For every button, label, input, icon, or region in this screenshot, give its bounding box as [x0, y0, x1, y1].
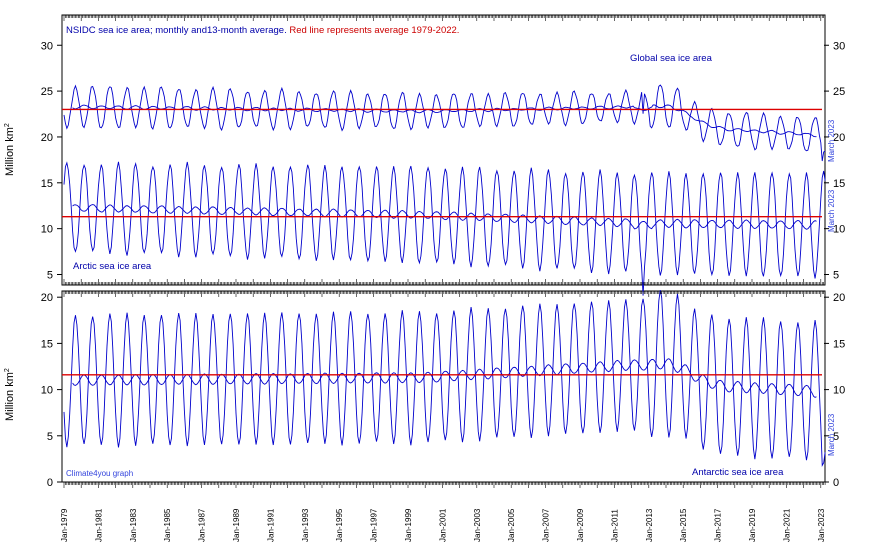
x-tick-label: Jan-2021: [782, 508, 791, 542]
antarctic-series-label: Antarctic sea ice area: [692, 467, 784, 478]
x-tick-label: Jan-2003: [473, 508, 482, 542]
x-tick-label: Jan-2017: [714, 508, 723, 542]
x-tick-label: Jan-2023: [817, 508, 826, 542]
x-tick-label: Jan-2005: [507, 508, 516, 542]
bottom-ytick-label-right: 15: [833, 338, 845, 350]
global-series-label: Global sea ice area: [630, 53, 713, 64]
bottom-ytick-label: 10: [41, 385, 53, 397]
x-tick-label: Jan-1993: [301, 508, 310, 542]
y-axis-label-top-sup: 2: [4, 123, 11, 127]
sea-ice-chart: 5 510 1015 1520 2025 2530 300 05 510 1015 1520 20Ja…: [0, 0, 880, 543]
bottom-ytick-label-right: 10: [833, 385, 845, 397]
arctic-date-stamp: March 2023: [827, 189, 836, 232]
top-ytick-label: 10: [41, 224, 53, 236]
bottom-ytick-label: 15: [41, 338, 53, 350]
bottom-ytick-label-right: 20: [833, 292, 845, 304]
global-date-stamp: March 2023: [827, 119, 836, 162]
x-tick-label: Jan-1995: [335, 508, 344, 542]
credit-label: Climate4you graph: [66, 469, 133, 478]
x-tick-label: Jan-1991: [266, 508, 275, 542]
x-tick-label: Jan-1981: [94, 508, 103, 542]
x-tick-label: Jan-2001: [438, 508, 447, 542]
x-tick-label: Jan-1985: [163, 508, 172, 542]
top-ytick-label: 25: [41, 86, 53, 98]
top-ytick-label: 30: [41, 40, 53, 52]
y-axis-label-bottom: Million km2: [4, 368, 16, 421]
arctic-series-label: Arctic sea ice area: [73, 261, 152, 272]
y-axis-label-top-text: Million km: [4, 127, 16, 176]
bottom-ytick-label: 20: [41, 292, 53, 304]
top-ytick-label: 20: [41, 132, 53, 144]
x-tick-label: Jan-2011: [610, 509, 619, 542]
x-tick-label: Jan-1983: [129, 508, 138, 542]
x-tick-label: Jan-1989: [232, 508, 241, 542]
chart-header: NSIDC sea ice area; monthly and13-month …: [66, 25, 459, 36]
x-tick-label: Jan-2009: [576, 508, 585, 542]
y-axis-label-top: Million km2: [4, 123, 16, 176]
x-tick-label: Jan-1979: [60, 508, 69, 542]
x-tick-label: Jan-1997: [370, 508, 379, 542]
top-ytick-label-right: 30: [833, 40, 845, 52]
x-tick-label: Jan-2007: [542, 508, 551, 542]
x-tick-label: Jan-2015: [679, 508, 688, 542]
top-ytick-label-right: 15: [833, 178, 845, 190]
x-tick-label: Jan-2019: [748, 508, 757, 542]
top-ytick-label: 15: [41, 178, 53, 190]
top-ytick-label: 5: [47, 270, 53, 282]
x-tick-label: Jan-1987: [198, 508, 207, 542]
bottom-ytick-label: 0: [47, 477, 53, 489]
antarctic-date-stamp: March 2023: [827, 413, 836, 456]
top-ytick-label-right: 5: [833, 270, 839, 282]
header-text: NSIDC sea ice area; monthly and13-month …: [66, 25, 289, 36]
header-highlight: Red line represents average 1979-2022.: [289, 25, 459, 36]
x-tick-label: Jan-2013: [645, 508, 654, 542]
x-tick-label: Jan-1999: [404, 508, 413, 542]
bottom-ytick-label: 5: [47, 431, 53, 443]
y-axis-label-bottom-sup: 2: [4, 368, 11, 372]
y-axis-label-bottom-text: Million km: [4, 372, 16, 421]
top-ytick-label-right: 25: [833, 86, 845, 98]
bottom-ytick-label-right: 0: [833, 477, 839, 489]
